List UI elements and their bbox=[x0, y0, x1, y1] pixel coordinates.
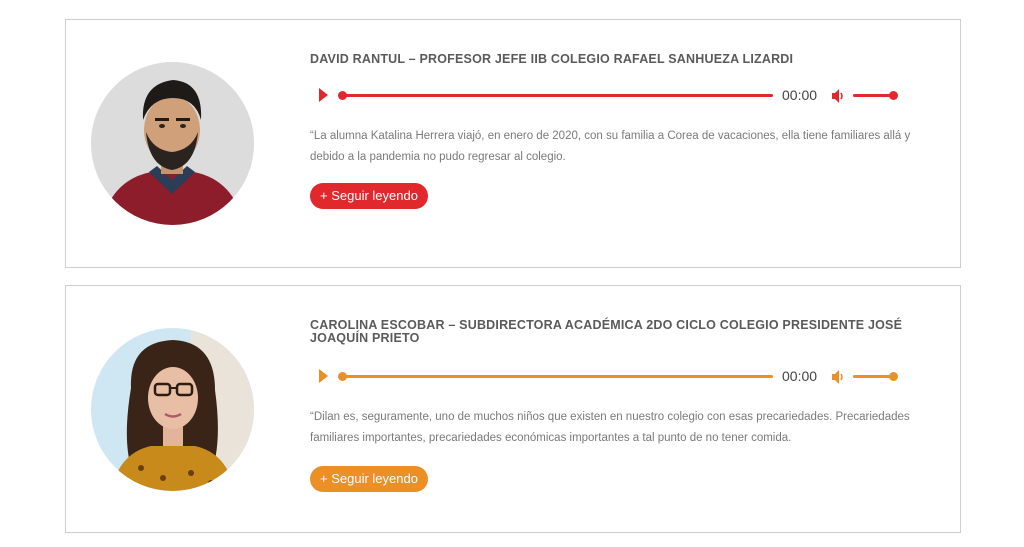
card-content: DAVID RANTUL – PROFESOR JEFE IIB COLEGIO… bbox=[310, 53, 940, 209]
testimonial-quote: “La alumna Katalina Herrera viajó, en en… bbox=[310, 130, 911, 163]
progress-handle[interactable] bbox=[338, 91, 347, 100]
audio-player: 00:00 bbox=[310, 367, 940, 387]
play-icon[interactable] bbox=[319, 88, 328, 102]
progress-bar[interactable] bbox=[338, 91, 773, 100]
card-content: CAROLINA ESCOBAR – SUBDIRECTORA ACADÉMIC… bbox=[310, 319, 940, 492]
testimonial-title: DAVID RANTUL – PROFESOR JEFE IIB COLEGIO… bbox=[310, 52, 794, 66]
avatar bbox=[91, 62, 254, 225]
testimonial-quote: “Dilan es, seguramente, uno de muchos ni… bbox=[310, 411, 910, 444]
volume-handle[interactable] bbox=[889, 91, 898, 100]
progress-bar[interactable] bbox=[338, 372, 773, 381]
testimonial-card: CAROLINA ESCOBAR – SUBDIRECTORA ACADÉMIC… bbox=[65, 285, 961, 533]
man-portrait-icon bbox=[91, 62, 254, 225]
testimonial-card: DAVID RANTUL – PROFESOR JEFE IIB COLEGIO… bbox=[65, 19, 961, 268]
volume-icon[interactable] bbox=[831, 88, 847, 104]
time-display: 00:00 bbox=[782, 87, 818, 103]
testimonial-title: CAROLINA ESCOBAR – SUBDIRECTORA ACADÉMIC… bbox=[310, 318, 903, 345]
volume-icon[interactable] bbox=[831, 369, 847, 385]
read-more-button[interactable]: + Seguir leyendo bbox=[310, 183, 428, 209]
time-display: 00:00 bbox=[782, 368, 818, 384]
volume-handle[interactable] bbox=[889, 372, 898, 381]
progress-handle[interactable] bbox=[338, 372, 347, 381]
avatar bbox=[91, 328, 254, 491]
read-more-button[interactable]: + Seguir leyendo bbox=[310, 466, 428, 492]
woman-portrait-icon bbox=[91, 328, 254, 491]
play-icon[interactable] bbox=[319, 369, 328, 383]
volume-slider[interactable] bbox=[853, 91, 898, 100]
audio-player: 00:00 bbox=[310, 86, 940, 106]
volume-slider[interactable] bbox=[853, 372, 898, 381]
